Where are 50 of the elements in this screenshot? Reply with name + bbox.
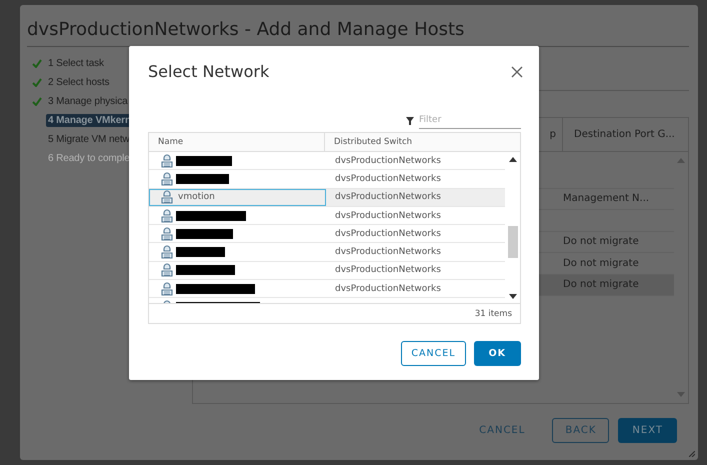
- grid-row[interactable]: dvsProductionNetworks: [149, 206, 505, 226]
- scroll-down-icon: [677, 392, 685, 397]
- network-icon: [161, 154, 173, 168]
- close-icon: [511, 66, 523, 78]
- wizard-step[interactable]: 1 Select task: [27, 54, 106, 72]
- dialog-button[interactable]: CANCEL: [401, 341, 466, 366]
- wizard-button[interactable]: NEXT: [618, 418, 677, 443]
- grid-row[interactable]: dvsProductionNetworks: [149, 152, 505, 170]
- switch-name: dvsProductionNetworks: [334, 265, 441, 276]
- scroll-up-icon: [508, 157, 516, 162]
- table-cell: Do not migrate: [563, 279, 639, 290]
- switch-name: dvsProductionNetworks: [334, 210, 441, 221]
- table-cell: Management N...: [563, 193, 650, 204]
- filter-field[interactable]: Filter: [419, 112, 521, 129]
- scrollbar-thumb[interactable]: [508, 226, 518, 258]
- switch-name: dvsProductionNetworks: [334, 228, 441, 239]
- switch-name: dvsProductionNetworks: [334, 284, 441, 294]
- network-icon: [161, 172, 173, 186]
- grid-row[interactable]: dvsProductionNetworks: [149, 243, 505, 262]
- network-icon: [161, 282, 173, 296]
- switch-name: dvsProductionNetworks: [334, 174, 441, 184]
- network-icon: [161, 263, 173, 278]
- wizard-step[interactable]: 3 Manage physica: [27, 92, 130, 110]
- table-cell: Do not migrate: [563, 258, 639, 269]
- switch-name: dvsProductionNetworks: [334, 247, 441, 258]
- wizard-step[interactable]: 5 Migrate VM netw: [27, 130, 132, 148]
- scroll-down-icon: [508, 294, 516, 299]
- switch-name: dvsProductionNetworks: [334, 156, 441, 166]
- network-icon: [161, 208, 173, 223]
- table-cell: Do not migrate: [563, 236, 639, 248]
- dialog-title: Select Network: [148, 61, 270, 83]
- column-header[interactable]: Name: [149, 133, 325, 151]
- network-icon: [161, 245, 173, 260]
- close-button[interactable]: [511, 66, 523, 78]
- grid-row[interactable]: vmotion dvsProductionNetworks: [149, 188, 505, 207]
- switch-name: dvsProductionNetworks: [334, 192, 441, 202]
- network-icon: [161, 226, 173, 241]
- dialog-button[interactable]: OK: [474, 341, 521, 366]
- column-header[interactable]: Distributed Switch: [325, 133, 412, 151]
- grid-row[interactable]: dvsProductionNetworks: [149, 262, 505, 280]
- network-icon: [161, 190, 173, 204]
- column-header[interactable]: Destination Port G...: [563, 118, 675, 151]
- resize-grip-icon: [689, 451, 695, 457]
- network-name: vmotion: [178, 192, 215, 202]
- item-count: 31 items: [474, 308, 512, 318]
- wizard-step[interactable]: 2 Select hosts: [27, 73, 112, 91]
- grid-row[interactable]: dvsProductionNetworks: [149, 225, 505, 244]
- grid-row[interactable]: dvsProductionNetworks: [149, 280, 505, 298]
- scroll-up-icon: [677, 158, 685, 163]
- filter-icon: [406, 116, 414, 124]
